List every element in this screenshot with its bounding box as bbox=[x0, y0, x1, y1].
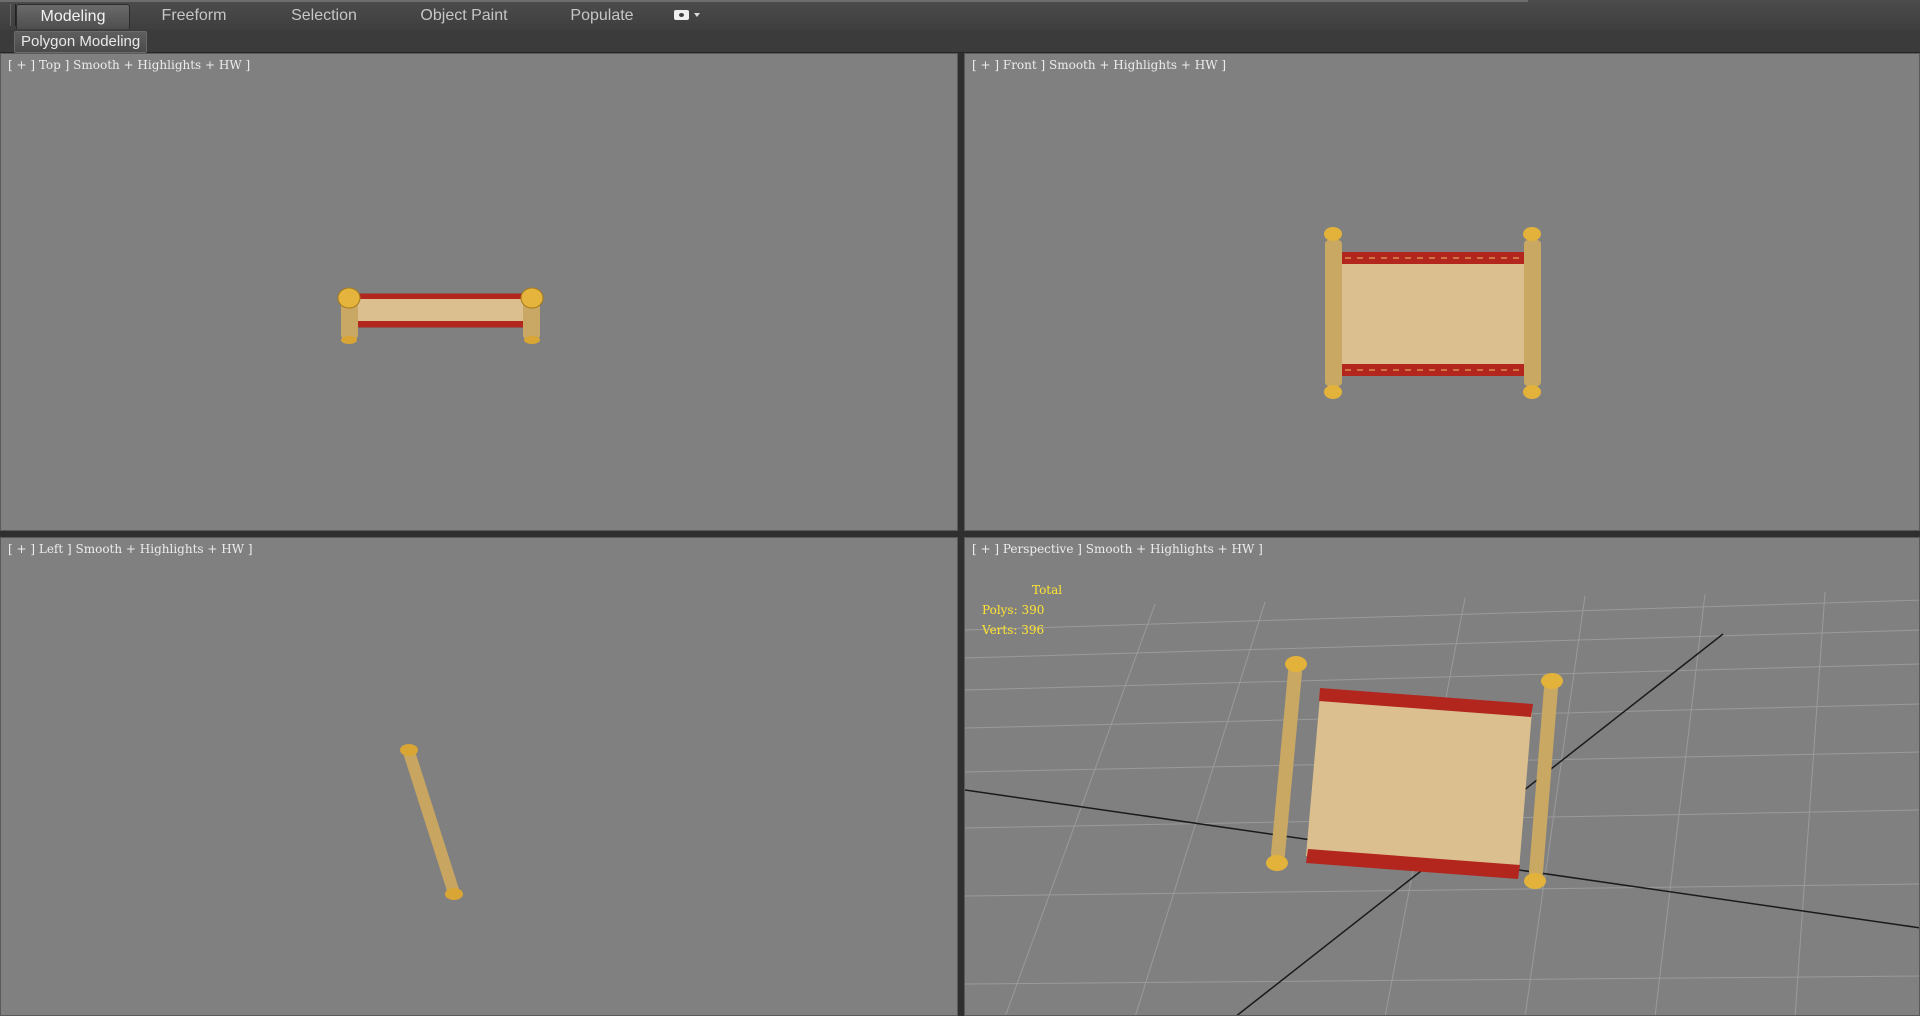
viewport-area: [ + ] Top ] Smooth + Highlights + HW ] [… bbox=[0, 53, 1920, 1016]
viewport-left[interactable]: [ + ] Left ] Smooth + Highlights + HW ] bbox=[0, 537, 958, 1016]
scroll-model-top-view bbox=[337, 287, 544, 344]
stats-total-label: Total bbox=[1032, 583, 1063, 597]
chevron-down-icon bbox=[694, 13, 700, 17]
polygon-stats-overlay: Total Polys: 390 Verts: 396 bbox=[982, 580, 1062, 640]
scroll-model-left-view bbox=[400, 744, 463, 900]
camera-icon bbox=[674, 10, 689, 20]
viewport-top[interactable]: [ + ] Top ] Smooth + Highlights + HW ] bbox=[0, 53, 958, 531]
sub-ribbon: Polygon Modeling bbox=[0, 30, 1920, 53]
tab-freeform[interactable]: Freeform bbox=[138, 4, 250, 28]
ribbon-top-line bbox=[0, 0, 1528, 2]
stats-polys: Polys: 390 bbox=[982, 603, 1045, 617]
polygon-modeling-panel-button[interactable]: Polygon Modeling bbox=[14, 31, 148, 53]
tab-object-paint[interactable]: Object Paint bbox=[400, 4, 528, 28]
ribbon-options-dropdown[interactable] bbox=[672, 8, 706, 24]
viewport-perspective[interactable]: [ + ] Perspective ] Smooth + Highlights … bbox=[964, 537, 1920, 1016]
tab-selection[interactable]: Selection bbox=[268, 4, 380, 28]
perspective-grid-and-model bbox=[965, 591, 1919, 1015]
tab-modeling[interactable]: Modeling bbox=[16, 4, 130, 29]
tab-populate[interactable]: Populate bbox=[546, 4, 658, 28]
scroll-model-front-view bbox=[1324, 227, 1541, 399]
ribbon: Modeling Freeform Selection Object Paint… bbox=[0, 0, 1920, 31]
viewport-front[interactable]: [ + ] Front ] Smooth + Highlights + HW ] bbox=[964, 53, 1920, 531]
stats-verts: Verts: 396 bbox=[982, 623, 1045, 637]
